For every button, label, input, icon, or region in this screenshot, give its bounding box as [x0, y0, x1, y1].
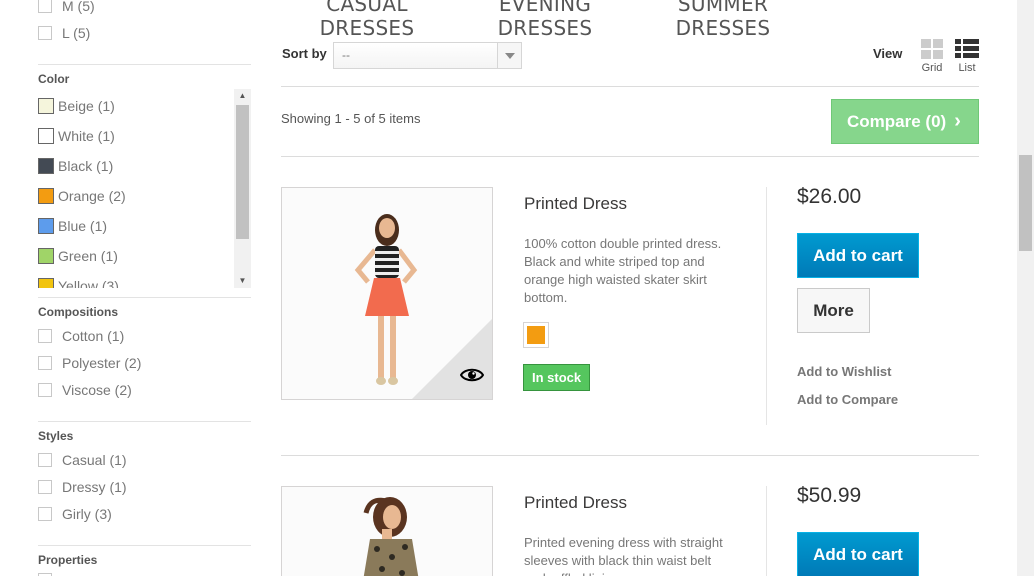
- filter-heading-styles: Styles: [38, 429, 74, 443]
- showing-count: Showing 1 - 5 of 5 items: [281, 111, 421, 126]
- color-swatch[interactable]: [38, 218, 54, 234]
- color-swatch[interactable]: [38, 158, 54, 174]
- filter-color-beige[interactable]: Beige (1): [38, 96, 115, 116]
- product-description: 100% cotton double printed dress. Black …: [524, 236, 722, 305]
- filter-color-green[interactable]: Green (1): [38, 246, 118, 266]
- filter-style-casual[interactable]: Casual (1): [38, 450, 127, 470]
- product-name[interactable]: Printed Dress: [524, 194, 627, 214]
- product-name[interactable]: Printed Dress: [524, 493, 627, 513]
- filter-color-white[interactable]: White (1): [38, 126, 115, 146]
- filter-heading-color: Color: [38, 72, 70, 86]
- product-image[interactable]: [281, 486, 493, 576]
- stock-badge: In stock: [523, 364, 591, 391]
- filter-sidebar: M (5) L (5) Color Beige (1) White (1) Bl…: [38, 0, 251, 576]
- grid-view-label: Grid: [921, 62, 943, 74]
- filter-heading-properties: Properties: [38, 553, 98, 567]
- sort-label: Sort by: [282, 46, 327, 61]
- chevron-right-icon: ›: [954, 110, 961, 132]
- filter-size-l[interactable]: L (5): [38, 23, 90, 43]
- compare-button[interactable]: Compare (0) ›: [831, 99, 979, 144]
- filter-size-m[interactable]: M (5): [38, 0, 95, 16]
- grid-view-icon: [920, 39, 943, 59]
- swatch-fill: [527, 326, 545, 344]
- filter-style-dressy[interactable]: Dressy (1): [38, 477, 127, 497]
- checkbox[interactable]: [38, 453, 52, 467]
- divider: [766, 486, 767, 576]
- divider: [38, 64, 251, 65]
- color-list-scrollbar[interactable]: ▲ ▼: [234, 89, 251, 288]
- product-image[interactable]: [281, 187, 493, 400]
- divider: [281, 156, 979, 157]
- eye-icon[interactable]: [460, 367, 484, 383]
- sort-select[interactable]: --: [333, 42, 522, 69]
- checkbox[interactable]: [38, 383, 52, 397]
- filter-color-yellow[interactable]: Yellow (3): [38, 276, 119, 288]
- scrollbar-thumb[interactable]: [236, 105, 249, 239]
- sort-value: --: [342, 48, 350, 62]
- filter-composition-polyester[interactable]: Polyester (2): [38, 353, 141, 373]
- filter-composition-cotton[interactable]: Cotton (1): [38, 326, 124, 346]
- compare-label: Compare (0): [847, 111, 947, 131]
- filter-heading-compositions: Compositions: [38, 305, 118, 319]
- page-scrollbar[interactable]: [1017, 0, 1034, 576]
- checkbox[interactable]: [38, 329, 52, 343]
- quick-view-corner[interactable]: [412, 319, 492, 399]
- scrollbar-thumb[interactable]: [1019, 155, 1032, 251]
- more-button[interactable]: More: [797, 288, 870, 333]
- divider: [766, 187, 767, 425]
- product-description: Printed evening dress with straight slee…: [524, 535, 723, 576]
- color-swatch[interactable]: [38, 128, 54, 144]
- checkbox[interactable]: [38, 507, 52, 521]
- divider: [281, 86, 979, 87]
- color-swatch[interactable]: [38, 278, 54, 288]
- grid-view-button[interactable]: Grid: [920, 39, 944, 74]
- divider: [38, 545, 251, 546]
- category-summer-dresses[interactable]: SUMMER DRESSES: [674, 0, 772, 40]
- color-swatch[interactable]: [38, 248, 54, 264]
- add-to-compare-link[interactable]: Add to Compare: [797, 392, 898, 407]
- list-view-button[interactable]: List: [955, 39, 979, 74]
- product-price: $50.99: [797, 484, 862, 507]
- color-swatch[interactable]: [38, 98, 54, 114]
- checkbox[interactable]: [38, 26, 52, 40]
- color-filter-list[interactable]: Beige (1) White (1) Black (1) Orange (2)…: [38, 89, 251, 288]
- view-label: View: [873, 46, 903, 61]
- filter-color-orange[interactable]: Orange (2): [38, 186, 126, 206]
- filter-color-black[interactable]: Black (1): [38, 156, 113, 176]
- list-view-label: List: [958, 62, 976, 74]
- filter-color-blue[interactable]: Blue (1): [38, 216, 107, 236]
- divider: [38, 421, 251, 422]
- product-photo-woman-printed-dress: [363, 497, 419, 576]
- checkbox[interactable]: [38, 356, 52, 370]
- chevron-down-icon[interactable]: [497, 43, 521, 68]
- filter-composition-viscose[interactable]: Viscose (2): [38, 380, 132, 400]
- product-color-swatch[interactable]: [523, 322, 549, 348]
- checkbox[interactable]: [38, 480, 52, 494]
- checkbox[interactable]: [38, 0, 52, 13]
- add-to-wishlist-link[interactable]: Add to Wishlist: [797, 364, 892, 379]
- list-view-icon: [955, 39, 979, 58]
- filter-style-girly[interactable]: Girly (3): [38, 504, 112, 524]
- add-to-cart-button[interactable]: Add to cart: [797, 233, 919, 278]
- scroll-down-arrow-icon[interactable]: ▼: [234, 274, 251, 288]
- category-casual-dresses[interactable]: CASUAL DRESSES: [318, 0, 416, 40]
- category-evening-dresses[interactable]: EVENING DRESSES: [496, 0, 594, 40]
- divider: [38, 297, 251, 298]
- product-price: $26.00: [797, 185, 862, 208]
- divider: [281, 455, 979, 456]
- color-swatch[interactable]: [38, 188, 54, 204]
- add-to-cart-button[interactable]: Add to cart: [797, 532, 919, 576]
- scroll-up-arrow-icon[interactable]: ▲: [234, 89, 251, 103]
